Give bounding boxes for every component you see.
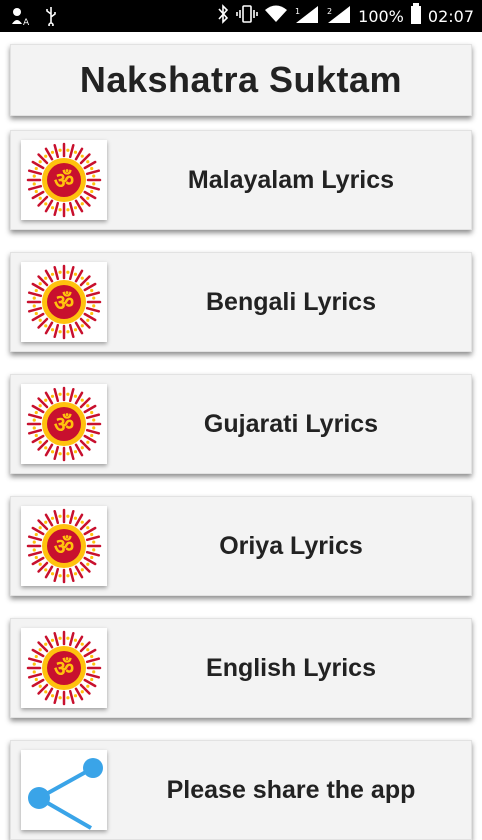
list-item-label: English Lyrics	[206, 653, 376, 682]
usb-icon	[44, 6, 58, 30]
battery-icon	[410, 3, 422, 29]
list-item-malayalam[interactable]: ॐ Malayalam Lyrics	[10, 130, 472, 230]
svg-text:ॐ: ॐ	[54, 535, 74, 560]
share-icon	[21, 750, 107, 830]
clock: 02:07	[427, 6, 474, 26]
svg-text:ॐ: ॐ	[54, 291, 74, 316]
page-title: Nakshatra Suktam	[79, 59, 403, 100]
om-mandala-icon: ॐ	[21, 262, 107, 342]
list-item-label: Oriya Lyrics	[219, 531, 363, 560]
list-item-english[interactable]: ॐ English Lyrics	[10, 618, 472, 718]
status-bar: A 1 2 100% 02:07	[0, 0, 482, 32]
om-mandala-icon: ॐ	[21, 140, 107, 220]
signal-2-icon: 2	[326, 4, 352, 28]
vibrate-icon	[236, 4, 258, 28]
list-item-gujarati[interactable]: ॐ Gujarati Lyrics	[10, 374, 472, 474]
list-item-label: Gujarati Lyrics	[203, 409, 379, 438]
title-card: Nakshatra Suktam	[10, 44, 472, 116]
svg-text:1: 1	[295, 7, 300, 16]
om-mandala-icon: ॐ	[21, 384, 107, 464]
list-item-oriya[interactable]: ॐ Oriya Lyrics	[10, 496, 472, 596]
signal-icon: 1	[294, 4, 320, 28]
list-item-label: Malayalam Lyrics	[187, 165, 395, 194]
missed-call-icon: A	[10, 6, 32, 30]
svg-text:2: 2	[327, 7, 332, 16]
svg-text:A: A	[23, 18, 30, 26]
om-mandala-icon: ॐ	[21, 628, 107, 708]
wifi-icon	[264, 4, 288, 28]
list-item-label: Please share the app	[166, 775, 416, 804]
svg-text:ॐ: ॐ	[54, 413, 74, 438]
list-item-label: Bengali Lyrics	[206, 287, 376, 316]
list-item-bengali[interactable]: ॐ Bengali Lyrics	[10, 252, 472, 352]
battery-percent: 100%	[358, 6, 404, 26]
svg-text:ॐ: ॐ	[54, 169, 74, 194]
list-item-share[interactable]: Please share the app	[10, 740, 472, 840]
om-mandala-icon: ॐ	[21, 506, 107, 586]
svg-text:ॐ: ॐ	[54, 657, 74, 682]
bluetooth-icon	[216, 4, 230, 28]
